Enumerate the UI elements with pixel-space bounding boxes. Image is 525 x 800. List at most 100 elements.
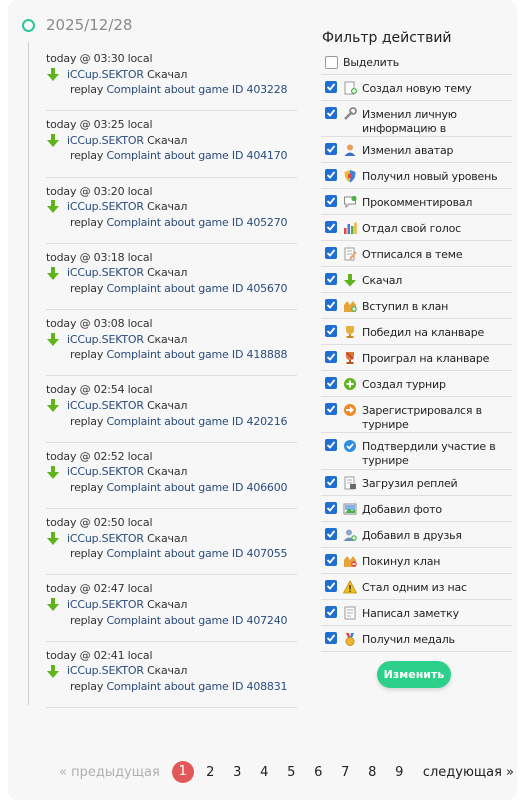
replay-link[interactable]: Complaint about game ID 407240: [106, 614, 287, 627]
filter-item[interactable]: Загрузил реплей: [321, 470, 512, 496]
activity-feed: today @ 03:30 local iCCup.SEKTOR Скачал …: [46, 45, 297, 708]
filter-item[interactable]: Отписался в теме: [321, 241, 512, 267]
page-9[interactable]: 9: [386, 765, 413, 780]
filter-item[interactable]: Покинул клан: [321, 548, 512, 574]
pagination-next[interactable]: следующая »: [423, 765, 514, 780]
new-topic-icon: [344, 81, 357, 95]
user-link[interactable]: iCCup.SEKTOR: [67, 663, 144, 679]
filter-item[interactable]: Вступил в клан: [321, 293, 512, 319]
apply-filter-button[interactable]: Изменить: [377, 661, 451, 688]
user-link[interactable]: iCCup.SEKTOR: [67, 332, 144, 348]
filter-item[interactable]: Отдал свой голос: [321, 215, 512, 241]
filter-item[interactable]: Написал заметку: [321, 600, 512, 626]
page-2[interactable]: 2: [197, 765, 224, 780]
filter-checkbox[interactable]: [325, 351, 337, 363]
warning-icon: [343, 580, 357, 594]
user-link[interactable]: iCCup.SEKTOR: [67, 133, 144, 149]
filter-label: Добавил фото: [362, 503, 442, 516]
arrow-circle-icon: [344, 404, 356, 416]
entry-time: today @ 03:25 local: [46, 118, 153, 132]
select-all-row[interactable]: Выделить: [321, 51, 512, 75]
filter-item[interactable]: Скачал: [321, 267, 512, 293]
filter-checkbox[interactable]: [325, 221, 337, 233]
feed-entry: today @ 03:20 local iCCup.SEKTOR Скачал …: [46, 178, 297, 244]
user-link[interactable]: iCCup.SEKTOR: [67, 398, 144, 414]
replay-link[interactable]: Complaint about game ID 405670: [106, 282, 287, 295]
filter-checkbox[interactable]: [325, 476, 337, 488]
replay-link[interactable]: Complaint about game ID 403228: [106, 83, 287, 96]
filter-checkbox[interactable]: [325, 554, 337, 566]
filter-label: Создал турнир: [362, 378, 446, 391]
filter-item[interactable]: Добавил в друзья: [321, 522, 512, 548]
replay-link[interactable]: Complaint about game ID 418888: [106, 348, 287, 361]
filter-checkbox[interactable]: [325, 299, 337, 311]
replay-link[interactable]: Complaint about game ID 405270: [106, 216, 287, 229]
page-1[interactable]: 1: [171, 761, 194, 783]
filter-checkbox[interactable]: [325, 403, 337, 415]
filter-item[interactable]: Победил на кланваре: [321, 319, 512, 345]
filter-item[interactable]: Проиграл на кланваре: [321, 345, 512, 371]
clan-leave-icon: [344, 556, 357, 567]
filter-checkbox[interactable]: [325, 377, 337, 389]
replay-link[interactable]: Complaint about game ID 407055: [106, 547, 287, 560]
activity-panel: 2025/12/28 today @ 03:30 local iCCup.SEK…: [8, 0, 517, 800]
feed-entry: today @ 02:54 local iCCup.SEKTOR Скачал …: [46, 376, 297, 443]
entry-time: today @ 03:30 local: [46, 52, 153, 65]
filter-checkbox[interactable]: [325, 195, 337, 207]
user-link[interactable]: iCCup.SEKTOR: [67, 597, 144, 613]
user-link[interactable]: iCCup.SEKTOR: [67, 265, 144, 281]
user-link[interactable]: iCCup.SEKTOR: [67, 199, 144, 215]
page-5[interactable]: 5: [278, 765, 305, 780]
download-arrow-icon: [47, 664, 59, 678]
user-link[interactable]: iCCup.SEKTOR: [67, 464, 144, 480]
filter-checkbox[interactable]: [325, 439, 337, 451]
filter-checkbox[interactable]: [325, 632, 337, 644]
user-link[interactable]: iCCup.SEKTOR: [67, 531, 144, 547]
chart-icon: [344, 222, 357, 234]
filter-item[interactable]: Создал турнир: [321, 371, 512, 397]
filter-checkbox[interactable]: [325, 502, 337, 514]
page-6[interactable]: 6: [305, 765, 332, 780]
filter-checkbox[interactable]: [325, 107, 337, 119]
download-arrow-icon: [47, 598, 59, 612]
filter-checkbox[interactable]: [325, 606, 337, 618]
filter-item[interactable]: Изменил личную информацию в: [321, 101, 512, 137]
filter-checkbox[interactable]: [325, 169, 337, 181]
replay-link[interactable]: Complaint about game ID 420216: [106, 415, 287, 428]
filter-item[interactable]: Подтвердили участие в турнире: [321, 433, 512, 470]
filter-checkbox[interactable]: [325, 580, 337, 592]
filter-title: Фильтр действий: [322, 30, 452, 46]
clan-join-icon: [344, 301, 357, 312]
page-3[interactable]: 3: [224, 765, 251, 780]
replay-link[interactable]: Complaint about game ID 406600: [106, 481, 287, 494]
feed-entry: today @ 03:30 local iCCup.SEKTOR Скачал …: [46, 45, 297, 112]
filter-checkbox[interactable]: [325, 528, 337, 540]
filter-checkbox[interactable]: [325, 273, 337, 285]
page-4[interactable]: 4: [251, 765, 278, 780]
user-icon: [344, 144, 356, 156]
filter-item[interactable]: Стал одним из нас: [321, 574, 512, 600]
page-8[interactable]: 8: [359, 765, 386, 780]
replay-link[interactable]: Complaint about game ID 404170: [106, 149, 287, 162]
filter-item[interactable]: Создал новую тему: [321, 75, 512, 101]
filter-item[interactable]: Получил медаль: [321, 626, 512, 652]
replay-link[interactable]: Complaint about game ID 408831: [106, 680, 287, 693]
filter-checkbox[interactable]: [325, 247, 337, 259]
filter-item[interactable]: Изменил аватар: [321, 137, 512, 163]
filter-item[interactable]: Добавил фото: [321, 496, 512, 522]
filter-label: Отписался в теме: [362, 248, 463, 261]
entry-prefix: replay: [70, 348, 104, 362]
timeline-dot-icon: [22, 18, 35, 32]
filter-item[interactable]: Получил новый уровень: [321, 163, 512, 189]
entry-prefix: replay: [70, 149, 104, 163]
user-link[interactable]: iCCup.SEKTOR: [67, 67, 144, 83]
select-all-checkbox[interactable]: [325, 56, 338, 69]
filter-item[interactable]: Прокомментировал: [321, 189, 512, 215]
entry-action: Скачал: [147, 200, 188, 214]
page-7[interactable]: 7: [332, 765, 359, 780]
filter-item[interactable]: Зарегистрировался в турнире: [321, 397, 512, 433]
entry-time: today @ 03:08 local: [46, 317, 153, 331]
filter-checkbox[interactable]: [325, 81, 337, 93]
filter-checkbox[interactable]: [325, 143, 337, 155]
filter-checkbox[interactable]: [325, 325, 337, 337]
